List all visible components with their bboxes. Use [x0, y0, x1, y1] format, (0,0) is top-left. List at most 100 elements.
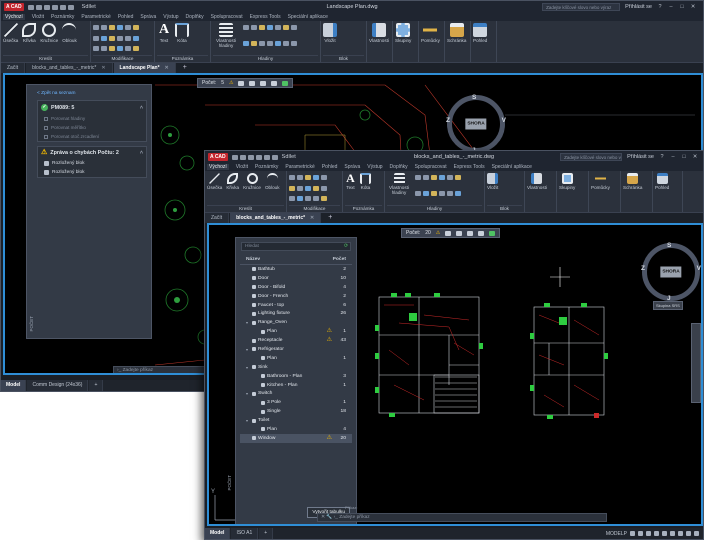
option-layers[interactable]: Porovnat hladiny: [38, 114, 146, 123]
properties-tool[interactable]: Vlastnosti: [369, 23, 389, 62]
exploded-block-item[interactable]: Rozložený blok: [38, 159, 146, 168]
command-line[interactable]: ✕ 🔧 ›_ Zadejte příkaz: [317, 513, 607, 522]
list-item[interactable]: Plan ⚠ 1: [240, 327, 352, 336]
minimize-icon[interactable]: –: [670, 154, 676, 160]
tab-layout[interactable]: Comm Design (24x36): [27, 380, 89, 391]
zoom-icon[interactable]: [260, 80, 267, 86]
view-tool[interactable]: Pohled: [473, 23, 487, 62]
option-scale[interactable]: Porovnat měřítko: [38, 123, 146, 132]
warning-icon[interactable]: ⚠: [327, 328, 332, 334]
ribbon-tab-0[interactable]: Výchozí: [207, 164, 229, 170]
accept-icon[interactable]: [282, 80, 289, 86]
list-item[interactable]: ▾ Refrigerator: [240, 345, 352, 354]
close-icon[interactable]: ✕: [690, 4, 696, 10]
list-item[interactable]: ▾ Toilet: [240, 416, 352, 425]
ribbon-tab-5[interactable]: Správa: [344, 164, 360, 170]
expand-icon[interactable]: ▾: [246, 418, 250, 423]
redo-icon[interactable]: [67, 4, 74, 10]
ribbon-tab-8[interactable]: Spolupracovat: [415, 164, 447, 170]
list-item[interactable]: Window ⚠ 20: [240, 433, 352, 443]
tab-start[interactable]: Začít: [1, 63, 26, 73]
new-tab-button[interactable]: +: [322, 213, 338, 223]
option-rotation[interactable]: Porovnat otoč.zrcadlení: [38, 132, 146, 141]
chevron-up-icon[interactable]: ˄: [140, 150, 143, 156]
dimension-tool[interactable]: Kóta: [175, 23, 189, 55]
tab-blocks[interactable]: blocks_and_tables_-_metric* ✕: [26, 63, 113, 73]
app-logo[interactable]: A CAD: [208, 153, 228, 161]
list-item[interactable]: Door 10: [240, 274, 352, 283]
refresh-icon[interactable]: ⟳: [344, 243, 348, 251]
tab-landscape[interactable]: Landscape Plan* ✕: [113, 63, 176, 73]
clipboard-tool[interactable]: Schránka: [623, 173, 642, 212]
back-to-list-link[interactable]: < Zpět na seznam: [37, 91, 147, 96]
osnap-icon[interactable]: [662, 531, 667, 536]
ribbon-tab-10[interactable]: Speciální aplikace: [288, 14, 328, 20]
ribbon-tab-10[interactable]: Speciální aplikace: [492, 164, 532, 170]
add-layout-button[interactable]: +: [259, 528, 274, 539]
print-icon[interactable]: [255, 154, 262, 160]
navigation-bar[interactable]: [691, 323, 701, 403]
user-signin[interactable]: Přihlásit se: [627, 154, 654, 160]
open-icon[interactable]: [35, 4, 42, 10]
polyline-tool[interactable]: Křivka: [226, 173, 239, 205]
open-icon[interactable]: [239, 154, 246, 160]
expand-icon[interactable]: ▾: [246, 365, 250, 370]
polyline-tool[interactable]: Křivka: [22, 23, 37, 55]
text-tool[interactable]: A Text: [345, 172, 356, 205]
menu-icon[interactable]: [694, 531, 699, 536]
close-tab-icon[interactable]: ✕: [165, 65, 169, 71]
save-icon[interactable]: [43, 4, 50, 10]
list-item[interactable]: Bathtub 2: [240, 265, 352, 274]
gear-icon[interactable]: [686, 531, 691, 536]
line-tool[interactable]: Úsečka: [3, 23, 18, 55]
arc-tool[interactable]: Oblouk: [265, 173, 280, 205]
list-item[interactable]: Door - Bifold 4: [240, 283, 352, 292]
properties-tool[interactable]: Vlastnosti: [527, 173, 547, 212]
print-icon[interactable]: [51, 4, 58, 10]
list-item[interactable]: Kitchen - Plan 1: [240, 381, 352, 390]
ribbon-tab-3[interactable]: Parametrické: [285, 164, 314, 170]
help-icon[interactable]: ?: [659, 154, 665, 160]
line-tool[interactable]: Úsečka: [207, 173, 222, 205]
search-input[interactable]: Zadejte klíčové slovo nebo výraz: [542, 3, 621, 11]
groups-tool[interactable]: Skupiny: [559, 173, 575, 212]
search-input[interactable]: Zadejte klíčové slovo nebo výraz: [560, 153, 623, 161]
layer-properties-tool[interactable]: Vlastnosti hladiny: [387, 173, 411, 205]
close-tab-icon[interactable]: ✕: [101, 65, 105, 71]
viewcube[interactable]: SHORA S J Z V: [641, 242, 701, 302]
tab-model[interactable]: Model: [205, 528, 231, 539]
polar-icon[interactable]: [654, 531, 659, 536]
list-item[interactable]: Plan 1: [240, 354, 352, 363]
undo-icon[interactable]: [59, 4, 66, 10]
ribbon-tab-0[interactable]: Výchozí: [3, 14, 25, 20]
dimension-tool[interactable]: Kóta: [360, 173, 371, 205]
chevron-up-icon[interactable]: ˄: [140, 105, 143, 111]
scale-icon[interactable]: [678, 531, 683, 536]
ribbon-tab-4[interactable]: Pohled: [118, 14, 134, 20]
ribbon-tab-6[interactable]: Výstup: [163, 14, 178, 20]
undo-icon[interactable]: [263, 154, 270, 160]
circle-tool[interactable]: Kružnice: [40, 23, 58, 55]
ribbon-tab-7[interactable]: Doplňky: [390, 164, 408, 170]
command-line[interactable]: ›_ Zadejte příkaz: [113, 366, 208, 373]
utilities-tool[interactable]: Pomůcky: [591, 173, 610, 212]
minimize-icon[interactable]: –: [668, 4, 674, 10]
new-icon[interactable]: [231, 154, 238, 160]
prev-icon[interactable]: [238, 80, 245, 86]
tab-layout[interactable]: ISO A1: [231, 528, 259, 539]
insert-field-icon[interactable]: [478, 230, 485, 236]
prev-icon[interactable]: [445, 230, 452, 236]
viewcube[interactable]: SHORA S J Z V: [446, 94, 506, 154]
insert-tool[interactable]: Vložit: [323, 23, 337, 55]
ribbon-tab-7[interactable]: Doplňky: [186, 14, 204, 20]
insert-field-icon[interactable]: [271, 80, 278, 86]
tab-start[interactable]: Začít: [205, 213, 230, 223]
accept-icon[interactable]: [489, 230, 496, 236]
list-item[interactable]: Door - French 2: [240, 292, 352, 301]
list-item[interactable]: ▾ Switch: [240, 389, 352, 398]
model-space-toggle[interactable]: MODELP: [606, 531, 627, 537]
list-item[interactable]: Lighting fixture 26: [240, 309, 352, 318]
expand-icon[interactable]: ▾: [246, 391, 250, 396]
close-tab-icon[interactable]: ✕: [310, 215, 314, 221]
redo-icon[interactable]: [271, 154, 278, 160]
